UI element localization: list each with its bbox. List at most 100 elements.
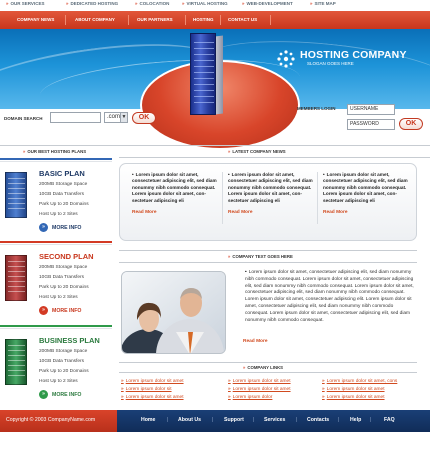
domain-search-input[interactable]: [50, 112, 101, 123]
plan-feature: Park Up to 20 Domains: [39, 202, 89, 207]
divider: [119, 250, 417, 251]
plan-card-business: BUSINESS PLAN 200MB Storage Space 10GB D…: [0, 325, 112, 403]
divider: [119, 262, 417, 263]
news-read-more-link[interactable]: Read More: [323, 210, 408, 215]
plan-card-basic: BASIC PLAN 200MB Storage Space 10GB Data…: [0, 158, 112, 236]
plan-stripe: [0, 241, 112, 243]
news-item: • Lorem ipsum dolor sit amet, consectetue…: [132, 172, 217, 216]
company-text: • Lorem ipsum dolor sit amet, consectetue…: [245, 270, 414, 323]
login-ok-button[interactable]: OK: [399, 118, 423, 130]
server-side: [215, 35, 223, 115]
footer-separator: |: [296, 417, 298, 423]
plan-feature: Park Up to 20 Domains: [39, 369, 89, 374]
plan-feature: Host Up to 2 Sites: [39, 379, 78, 384]
footer-separator: |: [338, 417, 340, 423]
main-nav-about-company[interactable]: About Company: [75, 17, 115, 22]
arrow-right-icon: »: [39, 306, 48, 315]
plans-section-title: » Our Best Hosting Plans: [23, 149, 87, 154]
server-illustration: [190, 33, 216, 115]
news-item: • Lorem ipsum dolor sit amet, consectetue…: [228, 172, 313, 216]
server-rack-icon: [5, 172, 27, 218]
company-text-body: Lorem ipsum dolor sit amet, consectetuer…: [245, 270, 414, 323]
divider: [119, 157, 430, 158]
business-plan-more-info-link[interactable]: » MORE INFO: [39, 390, 81, 399]
nav-divider: [220, 15, 221, 25]
plan-stripe: [0, 325, 112, 327]
server-rack-icon: [5, 339, 27, 385]
company-link[interactable]: » Lorem ipsum dolor sit: [121, 387, 172, 392]
plan-feature: 10GB Data Transfers: [39, 359, 85, 364]
top-nav: » Our Services » Dedicated Hosting » Coloca…: [0, 0, 430, 10]
top-nav-colocation[interactable]: » Colocation: [135, 1, 169, 6]
main-nav-contact-us[interactable]: Contact Us: [228, 17, 257, 22]
brand-slogan: SLOGAN GOES HERE: [307, 61, 354, 66]
nav-divider: [65, 15, 66, 25]
plan-feature: 10GB Data Transfers: [39, 275, 85, 280]
people-image: [122, 272, 225, 353]
main-nav-hosting[interactable]: Hosting: [193, 17, 214, 22]
company-link[interactable]: » Lorem ipsum dolor sit amet: [121, 379, 184, 384]
main-nav: Company News About Company Our Partners …: [0, 11, 430, 29]
arrow-right-icon: »: [39, 390, 48, 399]
company-link[interactable]: » Lorem ipsum dolor sit amet, cons: [322, 379, 397, 384]
plan-card-second: SECOND PLAN 200MB Storage Space 10GB Dat…: [0, 241, 112, 319]
plan-feature: 200MB Storage Space: [39, 265, 88, 270]
plan-title: SECOND PLAN: [39, 252, 94, 261]
plan-stripe: [0, 158, 112, 160]
nav-divider: [185, 15, 186, 25]
brand-title: HOSTING COMPANY: [300, 49, 407, 61]
top-nav-web-development[interactable]: » Web-Development: [242, 1, 293, 6]
main-nav-company-news[interactable]: Company News: [17, 17, 54, 22]
divider: [222, 172, 223, 224]
top-nav-virtual-hosting[interactable]: » Virtual Hosting: [182, 1, 228, 6]
links-section-title: » Company Links: [243, 365, 284, 370]
second-plan-more-info-link[interactable]: » MORE INFO: [39, 306, 81, 315]
tld-select[interactable]: .com ▼: [104, 112, 128, 123]
chevron-down-icon: ▼: [120, 113, 127, 122]
username-field[interactable]: USERNAME: [347, 104, 395, 115]
basic-plan-more-info-link[interactable]: » MORE INFO: [39, 223, 81, 232]
company-read-more-link[interactable]: Read More: [243, 339, 268, 344]
top-nav-our-services[interactable]: » Our Services: [6, 1, 44, 6]
footer-link-contacts[interactable]: Contacts: [307, 417, 329, 423]
footer-separator: |: [253, 417, 255, 423]
company-link[interactable]: » Lorem ipsum dolor sit amet: [121, 395, 184, 400]
company-link[interactable]: » Lorem ipsum dolor sit amet: [228, 379, 291, 384]
footer-separator: |: [212, 417, 214, 423]
footer-link-support[interactable]: Support: [224, 417, 244, 423]
company-link[interactable]: » Lorem ipsum dolor sit amet: [228, 387, 291, 392]
news-text: Lorem ipsum dolor sit amet, consectetuer…: [228, 172, 313, 203]
footer-link-about-us[interactable]: About Us: [178, 417, 201, 423]
news-read-more-link[interactable]: Read More: [132, 210, 217, 215]
footer-link-help[interactable]: Help: [350, 417, 361, 423]
news-read-more-link[interactable]: Read More: [228, 210, 313, 215]
company-link[interactable]: » Lorem ipsum dolor sit amet: [322, 387, 385, 392]
top-nav-dedicated-hosting[interactable]: » Dedicated Hosting: [66, 1, 118, 6]
domain-search-label: Domain Search: [4, 116, 43, 121]
news-box: • Lorem ipsum dolor sit amet, consectetue…: [119, 163, 417, 241]
footer-link-faq[interactable]: FAQ: [384, 417, 395, 423]
password-field[interactable]: PASSWORD: [347, 119, 395, 130]
logo-burst-icon: [277, 50, 295, 68]
plan-stripe: [0, 244, 112, 245]
nav-divider: [270, 15, 271, 25]
plan-stripe: [0, 161, 112, 162]
tld-select-value: .com: [107, 114, 121, 120]
footer-link-services[interactable]: Services: [264, 417, 285, 423]
footer-link-home[interactable]: Home: [141, 417, 155, 423]
news-text: Lorem ipsum dolor sit amet, consectetuer…: [323, 172, 408, 203]
company-link[interactable]: » Lorem ipsum dolor sit amet: [322, 395, 385, 400]
top-nav-site-map[interactable]: » Site Map: [310, 1, 336, 6]
footer-separator: |: [167, 417, 169, 423]
divider: [119, 362, 417, 363]
company-link[interactable]: » Lorem ipsum dolor: [228, 395, 272, 400]
domain-search-ok-button[interactable]: OK: [132, 112, 156, 124]
main-nav-our-partners[interactable]: Our Partners: [137, 17, 173, 22]
divider: [317, 172, 318, 224]
news-text: Lorem ipsum dolor sit amet, consectetuer…: [132, 172, 217, 203]
news-section-title: » Latest Company News: [228, 149, 286, 154]
more-info-label: MORE INFO: [52, 391, 82, 398]
plan-feature: 10GB Data Transfers: [39, 192, 85, 197]
plan-feature: 200MB Storage Space: [39, 349, 88, 354]
plan-title: BUSINESS PLAN: [39, 336, 100, 345]
